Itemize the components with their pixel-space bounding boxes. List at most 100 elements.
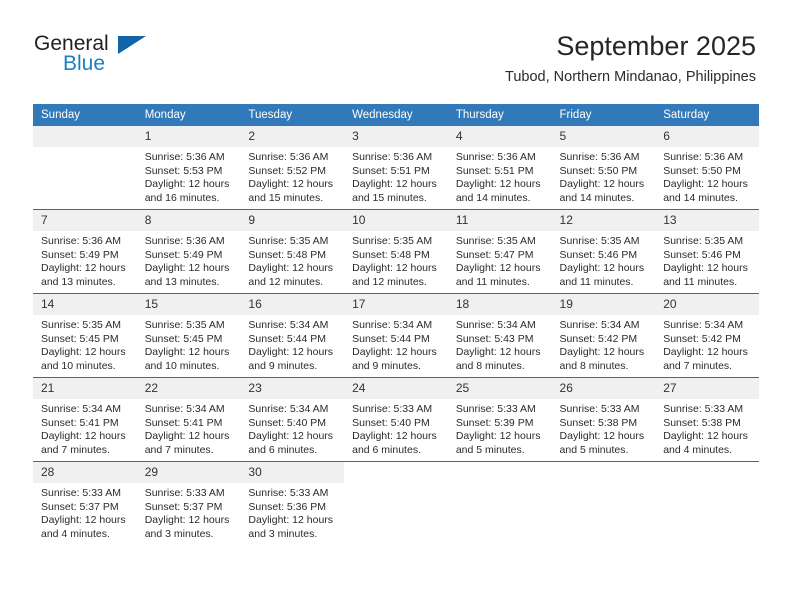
day-details: Sunrise: 5:34 AM Sunset: 5:42 PM Daylight:… bbox=[655, 315, 759, 373]
day-number-placeholder bbox=[551, 462, 656, 483]
sunrise-text: Sunrise: 5:33 AM bbox=[248, 487, 329, 499]
daylight-text-line2: and 13 minutes. bbox=[41, 275, 116, 288]
day-cell[interactable]: 5 Sunrise: 5:36 AM Sunset: 5:50 PM Daylight… bbox=[551, 126, 656, 210]
sunrise-text: Sunrise: 5:34 AM bbox=[455, 319, 536, 331]
day-cell[interactable]: 14 Sunrise: 5:35 AM Sunset: 5:45 PM Dayligh… bbox=[33, 293, 137, 378]
daylight-text-line1: Daylight: 12 hours bbox=[41, 262, 126, 275]
day-cell[interactable]: 11 Sunrise: 5:35 AM Sunset: 5:47 PM Dayligh… bbox=[447, 209, 552, 294]
daylight-text-line1: Daylight: 12 hours bbox=[352, 178, 437, 191]
day-number: 14 bbox=[33, 294, 137, 315]
weekday-header-sunday: Sunday bbox=[33, 104, 137, 126]
day-cell[interactable]: 7 Sunrise: 5:36 AM Sunset: 5:49 PM Daylight… bbox=[33, 209, 137, 294]
daylight-text-line1: Daylight: 12 hours bbox=[559, 262, 645, 275]
day-cell[interactable]: 18 Sunrise: 5:34 AM Sunset: 5:43 PM Dayligh… bbox=[447, 293, 552, 378]
daylight-text-line1: Daylight: 12 hours bbox=[248, 346, 334, 359]
day-details: Sunrise: 5:33 AM Sunset: 5:37 PM Daylight:… bbox=[137, 483, 241, 541]
sunset-text: Sunset: 5:44 PM bbox=[248, 332, 327, 345]
daylight-text-line1: Daylight: 12 hours bbox=[663, 430, 748, 443]
day-cell[interactable]: 28 Sunrise: 5:33 AM Sunset: 5:37 PM Dayligh… bbox=[33, 461, 137, 545]
daylight-text-line2: and 16 minutes. bbox=[144, 191, 220, 204]
sunrise-text: Sunrise: 5:35 AM bbox=[41, 319, 121, 331]
day-cell[interactable]: 1 Sunrise: 5:36 AM Sunset: 5:53 PM Daylight… bbox=[136, 126, 241, 210]
daylight-text-line1: Daylight: 12 hours bbox=[248, 262, 334, 275]
day-cell[interactable]: 12 Sunrise: 5:35 AM Sunset: 5:46 PM Dayligh… bbox=[551, 209, 656, 294]
day-cell[interactable]: 2 Sunrise: 5:36 AM Sunset: 5:52 PM Daylight… bbox=[240, 126, 345, 210]
sunrise-text: Sunrise: 5:36 AM bbox=[144, 235, 225, 247]
day-cell[interactable]: 30 Sunrise: 5:33 AM Sunset: 5:36 PM Dayligh… bbox=[240, 461, 345, 545]
day-details: Sunrise: 5:34 AM Sunset: 5:40 PM Daylight:… bbox=[240, 399, 344, 457]
day-cell[interactable]: 13 Sunrise: 5:35 AM Sunset: 5:46 PM Dayligh… bbox=[655, 209, 759, 294]
daylight-text-line2: and 10 minutes. bbox=[41, 359, 116, 372]
daylight-text-line1: Daylight: 12 hours bbox=[352, 262, 437, 275]
sunset-text: Sunset: 5:41 PM bbox=[144, 416, 223, 429]
daylight-text-line1: Daylight: 12 hours bbox=[248, 178, 334, 191]
daylight-text-line2: and 4 minutes. bbox=[663, 443, 733, 456]
day-cell[interactable]: 16 Sunrise: 5:34 AM Sunset: 5:44 PM Dayligh… bbox=[240, 293, 345, 378]
calendar-week-row: 28 Sunrise: 5:33 AM Sunset: 5:37 PM Dayligh… bbox=[33, 461, 759, 545]
day-cell[interactable]: 24 Sunrise: 5:33 AM Sunset: 5:40 PM Dayligh… bbox=[344, 377, 448, 462]
day-details: Sunrise: 5:34 AM Sunset: 5:41 PM Daylight:… bbox=[137, 399, 241, 457]
day-cell[interactable]: 27 Sunrise: 5:33 AM Sunset: 5:38 PM Dayligh… bbox=[655, 377, 759, 462]
day-details: Sunrise: 5:34 AM Sunset: 5:44 PM Daylight:… bbox=[240, 315, 344, 373]
day-cell[interactable]: 8 Sunrise: 5:36 AM Sunset: 5:49 PM Daylight… bbox=[136, 209, 241, 294]
sunset-text: Sunset: 5:49 PM bbox=[41, 248, 119, 261]
sunset-text: Sunset: 5:45 PM bbox=[144, 332, 223, 345]
sunrise-text: Sunrise: 5:35 AM bbox=[144, 319, 225, 331]
day-number: 1 bbox=[136, 126, 241, 147]
sunset-text: Sunset: 5:50 PM bbox=[663, 164, 741, 177]
calendar-body: 1 Sunrise: 5:36 AM Sunset: 5:53 PM Daylight… bbox=[33, 126, 759, 545]
daylight-text-line1: Daylight: 12 hours bbox=[144, 178, 230, 191]
day-details: Sunrise: 5:36 AM Sunset: 5:53 PM Daylight:… bbox=[137, 147, 241, 205]
day-cell[interactable]: 20 Sunrise: 5:34 AM Sunset: 5:42 PM Dayligh… bbox=[655, 293, 759, 378]
day-cell[interactable]: 25 Sunrise: 5:33 AM Sunset: 5:39 PM Dayligh… bbox=[447, 377, 552, 462]
daylight-text-line1: Daylight: 12 hours bbox=[559, 178, 645, 191]
day-number: 20 bbox=[655, 294, 759, 315]
day-cell[interactable]: 10 Sunrise: 5:35 AM Sunset: 5:48 PM Dayligh… bbox=[344, 209, 448, 294]
daylight-text-line2: and 14 minutes. bbox=[455, 191, 531, 204]
day-number-placeholder bbox=[447, 462, 552, 483]
day-cell[interactable]: 23 Sunrise: 5:34 AM Sunset: 5:40 PM Dayligh… bbox=[240, 377, 345, 462]
sunset-text: Sunset: 5:46 PM bbox=[663, 248, 741, 261]
day-number: 9 bbox=[240, 210, 345, 231]
day-cell[interactable]: 3 Sunrise: 5:36 AM Sunset: 5:51 PM Daylight… bbox=[344, 126, 448, 210]
daylight-text-line2: and 12 minutes. bbox=[248, 275, 324, 288]
daylight-text-line1: Daylight: 12 hours bbox=[352, 430, 437, 443]
weekday-header-thursday: Thursday bbox=[447, 104, 552, 126]
day-cell[interactable]: 4 Sunrise: 5:36 AM Sunset: 5:51 PM Daylight… bbox=[447, 126, 552, 210]
day-cell[interactable]: 17 Sunrise: 5:34 AM Sunset: 5:44 PM Dayligh… bbox=[344, 293, 448, 378]
weekday-header-wednesday: Wednesday bbox=[344, 104, 448, 126]
daylight-text-line2: and 6 minutes. bbox=[352, 443, 421, 456]
day-number: 30 bbox=[240, 462, 345, 483]
sunrise-text: Sunrise: 5:36 AM bbox=[559, 151, 640, 163]
day-number: 21 bbox=[33, 378, 137, 399]
logo-text-blue: Blue bbox=[63, 52, 106, 75]
day-cell[interactable]: 9 Sunrise: 5:35 AM Sunset: 5:48 PM Daylight… bbox=[240, 209, 345, 294]
general-blue-logo[interactable]: General Blue bbox=[34, 33, 214, 79]
day-cell[interactable]: 29 Sunrise: 5:33 AM Sunset: 5:37 PM Dayligh… bbox=[136, 461, 241, 545]
sunrise-text: Sunrise: 5:36 AM bbox=[455, 151, 536, 163]
daylight-text-line1: Daylight: 12 hours bbox=[144, 262, 230, 275]
day-cell-empty bbox=[447, 461, 552, 545]
day-cell[interactable]: 15 Sunrise: 5:35 AM Sunset: 5:45 PM Dayligh… bbox=[136, 293, 241, 378]
day-details: Sunrise: 5:35 AM Sunset: 5:46 PM Daylight:… bbox=[552, 231, 656, 289]
masthead: General Blue September 2025 Tubod, North… bbox=[0, 0, 792, 100]
sunrise-text: Sunrise: 5:35 AM bbox=[559, 235, 640, 247]
day-number: 19 bbox=[551, 294, 656, 315]
day-cell[interactable]: 6 Sunrise: 5:36 AM Sunset: 5:50 PM Daylight… bbox=[655, 126, 759, 210]
day-number: 10 bbox=[344, 210, 448, 231]
sunset-text: Sunset: 5:52 PM bbox=[248, 164, 327, 177]
day-cell[interactable]: 22 Sunrise: 5:34 AM Sunset: 5:41 PM Dayligh… bbox=[136, 377, 241, 462]
calendar-week-row: 1 Sunrise: 5:36 AM Sunset: 5:53 PM Daylight… bbox=[33, 126, 759, 210]
daylight-text-line1: Daylight: 12 hours bbox=[352, 346, 437, 359]
daylight-text-line2: and 7 minutes. bbox=[663, 359, 733, 372]
sunset-text: Sunset: 5:51 PM bbox=[352, 164, 430, 177]
day-cell[interactable]: 21 Sunrise: 5:34 AM Sunset: 5:41 PM Dayligh… bbox=[33, 377, 137, 462]
day-number: 15 bbox=[136, 294, 241, 315]
sunset-text: Sunset: 5:47 PM bbox=[455, 248, 534, 261]
day-cell[interactable]: 19 Sunrise: 5:34 AM Sunset: 5:42 PM Dayligh… bbox=[551, 293, 656, 378]
day-number: 27 bbox=[655, 378, 759, 399]
day-number: 4 bbox=[447, 126, 552, 147]
sunset-text: Sunset: 5:39 PM bbox=[455, 416, 534, 429]
day-cell[interactable]: 26 Sunrise: 5:33 AM Sunset: 5:38 PM Dayligh… bbox=[551, 377, 656, 462]
day-cell-blank bbox=[33, 126, 137, 210]
